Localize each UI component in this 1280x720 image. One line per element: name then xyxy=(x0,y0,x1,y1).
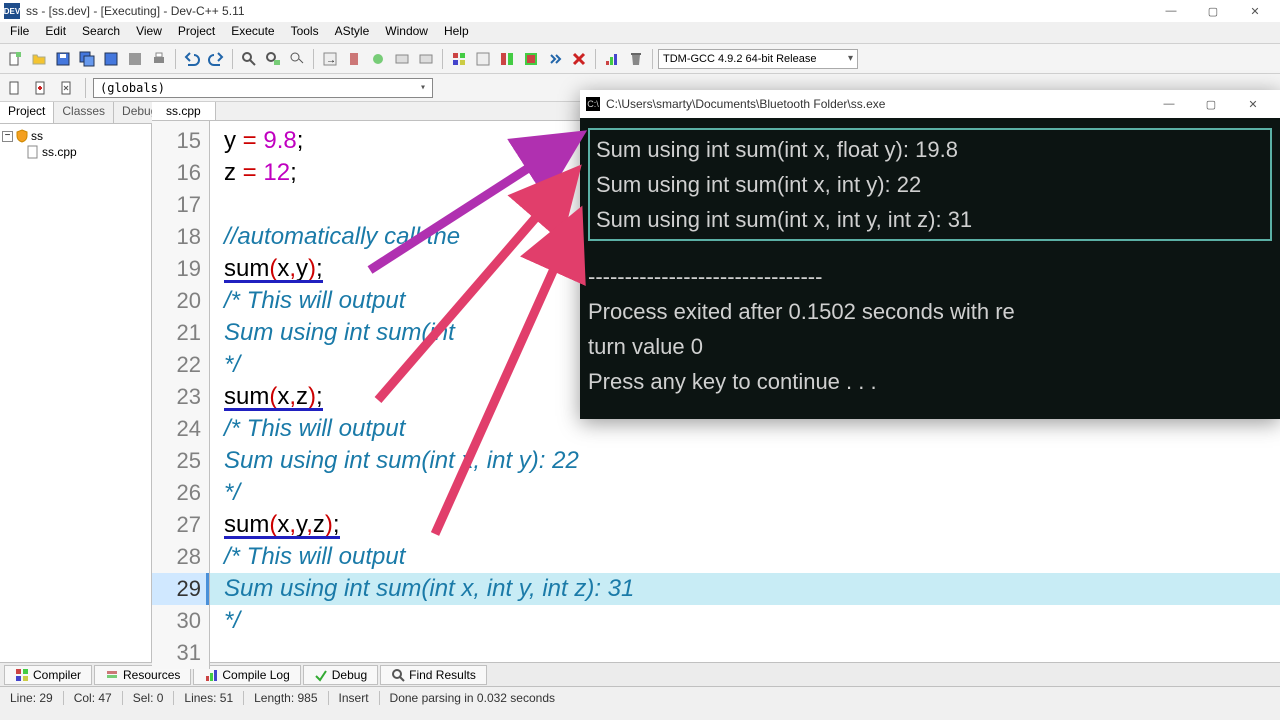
tree-root-label: ss xyxy=(31,129,43,143)
window-title: ss - [ss.dev] - [Executing] - Dev-C++ 5.… xyxy=(26,4,245,18)
replace-icon[interactable] xyxy=(262,48,284,70)
console-close-button[interactable]: ✕ xyxy=(1232,93,1274,115)
scope-toggle-icon[interactable] xyxy=(56,77,78,99)
status-lines: Lines: 51 xyxy=(174,691,244,705)
toolbar-main: → TDM-GCC 4.9.2 64-bit Release xyxy=(0,44,1280,74)
compiler-select[interactable]: TDM-GCC 4.9.2 64-bit Release xyxy=(658,49,858,69)
menu-file[interactable]: File xyxy=(2,22,37,43)
status-insert: Insert xyxy=(329,691,380,705)
status-col: Col: 47 xyxy=(64,691,123,705)
menu-search[interactable]: Search xyxy=(74,22,128,43)
console-output: Sum using int sum(int x, float y): 19.8S… xyxy=(580,118,1280,419)
menu-help[interactable]: Help xyxy=(436,22,477,43)
console-prompt: Press any key to continue . . . xyxy=(588,364,1272,399)
code-line-31[interactable] xyxy=(224,637,1280,669)
comment-icon[interactable] xyxy=(391,48,413,70)
status-sel: Sel: 0 xyxy=(123,691,175,705)
tree-file[interactable]: ss.cpp xyxy=(26,144,149,160)
console-titlebar[interactable]: C:\ C:\Users\smarty\Documents\Bluetooth … xyxy=(580,90,1280,118)
code-line-29[interactable]: Sum using int sum(int x, int y, int z): … xyxy=(210,573,1280,605)
menubar: FileEditSearchViewProjectExecuteToolsASt… xyxy=(0,22,1280,44)
code-line-25[interactable]: Sum using int sum(int x, int y): 22 xyxy=(224,445,1280,477)
sidebar-tab-project[interactable]: Project xyxy=(0,102,54,123)
trash-icon[interactable] xyxy=(625,48,647,70)
redo-icon[interactable] xyxy=(205,48,227,70)
menu-project[interactable]: Project xyxy=(170,22,223,43)
status-length: Length: 985 xyxy=(244,691,328,705)
maximize-button[interactable]: ▢ xyxy=(1192,0,1234,22)
scope-combo[interactable]: (globals) xyxy=(93,78,433,98)
compile-run-icon[interactable] xyxy=(496,48,518,70)
rebuild-icon[interactable] xyxy=(520,48,542,70)
minimize-button[interactable]: — xyxy=(1150,0,1192,22)
svg-text:→: → xyxy=(326,55,336,66)
sidebar-tabs: ProjectClassesDebug xyxy=(0,102,151,124)
menu-edit[interactable]: Edit xyxy=(37,22,74,43)
undo-icon[interactable] xyxy=(181,48,203,70)
window-titlebar: DEV ss - [ss.dev] - [Executing] - Dev-C+… xyxy=(0,0,1280,22)
find-icon[interactable] xyxy=(238,48,260,70)
code-line-27[interactable]: sum(x,y,z); xyxy=(224,509,1280,541)
console-icon: C:\ xyxy=(586,97,600,111)
console-maximize-button[interactable]: ▢ xyxy=(1190,93,1232,115)
console-exit-line2: turn value 0 xyxy=(588,329,1272,364)
app-icon: DEV xyxy=(4,3,20,19)
code-line-26[interactable]: */ xyxy=(224,477,1280,509)
menu-view[interactable]: View xyxy=(128,22,170,43)
code-line-28[interactable]: /* This will output xyxy=(224,541,1280,573)
console-exit-line: Process exited after 0.1502 seconds with… xyxy=(588,294,1272,329)
stop-icon[interactable] xyxy=(568,48,590,70)
goto-icon[interactable]: → xyxy=(319,48,341,70)
editor-tab-active[interactable]: ss.cpp xyxy=(152,102,216,120)
console-window: C:\ C:\Users\smarty\Documents\Bluetooth … xyxy=(580,90,1280,419)
open-icon[interactable] xyxy=(28,48,50,70)
run-icon[interactable] xyxy=(472,48,494,70)
console-line: Sum using int sum(int x, int y, int z): … xyxy=(596,202,1264,237)
console-highlight-box: Sum using int sum(int x, float y): 19.8S… xyxy=(588,128,1272,241)
close-file-icon[interactable] xyxy=(124,48,146,70)
toggle-icon[interactable] xyxy=(367,48,389,70)
console-line: Sum using int sum(int x, int y): 22 xyxy=(596,167,1264,202)
bookmark-icon[interactable] xyxy=(343,48,365,70)
compile-icon[interactable] xyxy=(448,48,470,70)
line-gutter: 1516171819202122232425262728293031 xyxy=(152,121,210,669)
debug-icon[interactable] xyxy=(544,48,566,70)
console-line: Sum using int sum(int x, float y): 19.8 xyxy=(596,132,1264,167)
tree-file-label: ss.cpp xyxy=(42,145,77,159)
status-msg: Done parsing in 0.032 seconds xyxy=(380,691,565,705)
save-as-icon[interactable] xyxy=(100,48,122,70)
tree-root[interactable]: − ss xyxy=(2,128,149,144)
print-icon[interactable] xyxy=(148,48,170,70)
new-file-icon[interactable] xyxy=(4,48,26,70)
status-line: Line: 29 xyxy=(0,691,64,705)
console-separator: -------------------------------- xyxy=(588,259,1272,294)
console-minimize-button[interactable]: — xyxy=(1148,93,1190,115)
uncomment-icon[interactable] xyxy=(415,48,437,70)
scope-new-icon[interactable] xyxy=(4,77,26,99)
project-tree[interactable]: − ss ss.cpp xyxy=(0,124,151,164)
project-sidebar: ProjectClassesDebug − ss ss.cpp xyxy=(0,102,152,662)
profile-icon[interactable] xyxy=(601,48,623,70)
shield-icon xyxy=(15,129,29,143)
menu-astyle[interactable]: AStyle xyxy=(327,22,378,43)
console-title: C:\Users\smarty\Documents\Bluetooth Fold… xyxy=(606,97,885,111)
save-all-icon[interactable] xyxy=(76,48,98,70)
scope-insert-icon[interactable] xyxy=(30,77,52,99)
file-icon xyxy=(26,145,40,159)
find-next-icon[interactable] xyxy=(286,48,308,70)
output-tab-compiler[interactable]: Compiler xyxy=(4,665,92,685)
statusbar: Line: 29 Col: 47 Sel: 0 Lines: 51 Length… xyxy=(0,686,1280,708)
menu-window[interactable]: Window xyxy=(377,22,436,43)
sidebar-tab-classes[interactable]: Classes xyxy=(54,102,114,123)
menu-execute[interactable]: Execute xyxy=(223,22,282,43)
close-button[interactable]: ✕ xyxy=(1234,0,1276,22)
collapse-icon[interactable]: − xyxy=(2,131,13,142)
menu-tools[interactable]: Tools xyxy=(283,22,327,43)
code-line-30[interactable]: */ xyxy=(224,605,1280,637)
save-icon[interactable] xyxy=(52,48,74,70)
